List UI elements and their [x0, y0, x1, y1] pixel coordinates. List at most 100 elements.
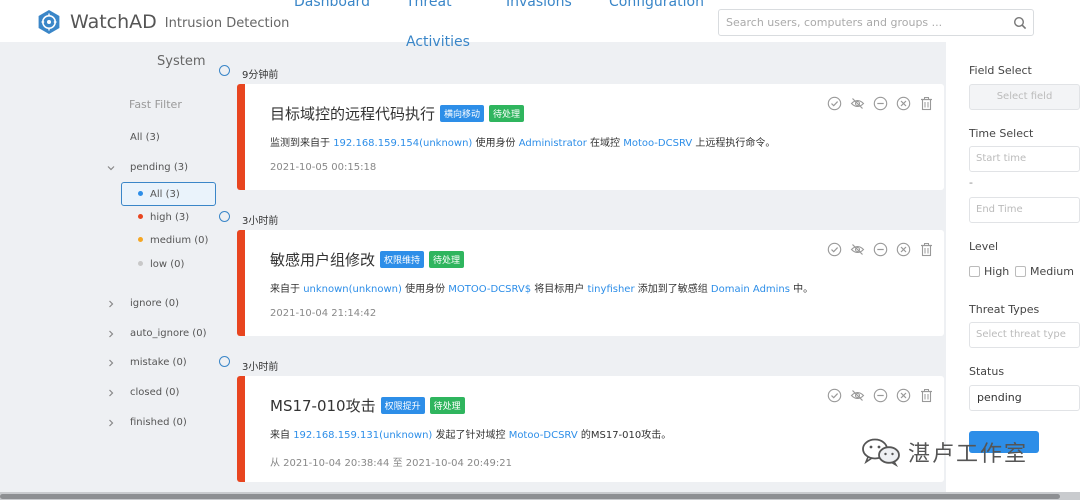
alert-title[interactable]: MS17-010攻击	[270, 397, 376, 415]
nav-configuration[interactable]: Configuration	[609, 0, 704, 10]
desc-text: 监测到来自于	[270, 138, 334, 149]
alert-card[interactable]: 目标域控的远程代码执行 横向移动 待处理 监测到来自于 192.168.159.15…	[237, 84, 944, 190]
status-select[interactable]: pending	[969, 385, 1080, 411]
alert-title-row: 敏感用户组修改 权限维持 待处理	[270, 249, 465, 270]
card-actions	[827, 96, 934, 111]
time-select-label: Time Select	[969, 127, 1034, 140]
timeline-marker	[219, 211, 230, 222]
source-host-link[interactable]: (unknown)	[379, 430, 432, 441]
left-sidebar: System Fast Filter All (3) pending (3) A…	[0, 42, 228, 492]
filter-closed[interactable]: closed (0)	[130, 387, 179, 398]
threat-type-select[interactable]: Select threat type	[969, 322, 1080, 348]
user-link[interactable]: Administrator	[519, 138, 587, 149]
filter-mistake[interactable]: mistake (0)	[130, 357, 187, 368]
filter-pending-medium[interactable]: medium (0)	[138, 235, 208, 246]
check-circle-icon[interactable]	[827, 96, 842, 111]
chevron-right-icon[interactable]	[106, 329, 116, 339]
alert-card[interactable]: 敏感用户组修改 权限维持 待处理 来自于 unknown(unknown) 使用身份…	[237, 230, 944, 336]
trash-icon[interactable]	[919, 96, 934, 111]
fast-filter-label: Fast Filter	[129, 98, 182, 111]
status-label: Status	[969, 365, 1005, 378]
source-ip-link[interactable]: 192.168.159.131	[293, 430, 379, 441]
filter-pending-low[interactable]: low (0)	[138, 259, 184, 270]
trash-icon[interactable]	[919, 242, 934, 257]
start-time-input[interactable]: Start time	[969, 146, 1080, 172]
nav-invasions[interactable]: Invasions	[506, 0, 572, 10]
desc-text: 发起了针对域控	[432, 430, 509, 441]
nav-dashboard[interactable]: Dashboard	[294, 0, 370, 10]
desc-text: 中。	[789, 284, 814, 295]
logo[interactable]: WatchAD Intrusion Detection	[36, 9, 289, 35]
field-select[interactable]: Select field	[969, 84, 1080, 110]
desc-text: 使用身份	[401, 284, 449, 295]
status-tag: 待处理	[489, 105, 525, 122]
chevron-right-icon[interactable]	[106, 358, 116, 368]
timeline-marker	[219, 65, 230, 76]
horizontal-scrollbar-thumb[interactable]	[0, 494, 1060, 499]
dc-link[interactable]: Motoo-DCSRV	[509, 430, 578, 441]
source-ip-link[interactable]: 192.168.159.154	[333, 138, 419, 149]
search-box[interactable]	[718, 9, 1034, 36]
filter-pending-high-label: high (3)	[150, 212, 190, 223]
alert-title[interactable]: 敏感用户组修改	[270, 251, 375, 269]
target-user-link[interactable]: tinyfisher	[587, 284, 634, 295]
level-medium-checkbox[interactable]: Medium	[1015, 265, 1074, 278]
eye-off-icon[interactable]	[850, 242, 865, 257]
filter-finished[interactable]: finished (0)	[130, 417, 187, 428]
filter-pending-low-label: low (0)	[150, 259, 185, 270]
eye-off-icon[interactable]	[850, 388, 865, 403]
filter-ignore[interactable]: ignore (0)	[130, 298, 179, 309]
close-circle-icon[interactable]	[896, 388, 911, 403]
level-high-checkbox[interactable]: High	[969, 265, 1009, 278]
check-circle-icon[interactable]	[827, 388, 842, 403]
desc-text: 上远程执行命令。	[692, 138, 776, 149]
card-actions	[827, 242, 934, 257]
minus-circle-icon[interactable]	[873, 96, 888, 111]
filter-all[interactable]: All (3)	[130, 132, 160, 143]
dot-high-icon	[138, 213, 143, 219]
chevron-right-icon[interactable]	[106, 388, 116, 398]
source-ip-link[interactable]: unknown	[303, 284, 348, 295]
search-input[interactable]	[719, 10, 1004, 35]
minus-circle-icon[interactable]	[873, 242, 888, 257]
source-host-link[interactable]: (unknown)	[349, 284, 402, 295]
filter-auto-ignore[interactable]: auto_ignore (0)	[130, 328, 206, 339]
alert-date: 2021-10-05 00:15:18	[270, 162, 377, 173]
wechat-icon	[862, 438, 900, 467]
filter-pending-all[interactable]: All (3)	[138, 189, 180, 200]
filter-pending[interactable]: pending (3)	[130, 162, 188, 173]
chevron-right-icon[interactable]	[106, 418, 116, 428]
tactic-tag: 横向移动	[440, 105, 485, 122]
timeline-time: 9分钟前	[242, 70, 279, 81]
alert-description: 来自于 unknown(unknown) 使用身份 MOTOO-DCSRV$ 将…	[270, 280, 813, 295]
chevron-right-icon[interactable]	[106, 299, 116, 309]
nav-activities[interactable]: Activities	[406, 34, 470, 50]
search-icon[interactable]	[1013, 16, 1027, 30]
end-time-input[interactable]: End Time	[969, 197, 1080, 223]
filter-panel: Field Select Select field Time Select St…	[946, 42, 1080, 492]
time-range-dash: -	[969, 176, 973, 189]
alert-title-row: MS17-010攻击 权限提升 待处理	[270, 395, 465, 416]
minus-circle-icon[interactable]	[873, 388, 888, 403]
alert-title[interactable]: 目标域控的远程代码执行	[270, 105, 435, 123]
checkbox-box[interactable]	[969, 266, 980, 277]
alert-card[interactable]: MS17-010攻击 权限提升 待处理 来自 192.168.159.131(unk…	[237, 376, 944, 482]
close-circle-icon[interactable]	[896, 96, 911, 111]
level-high-label: High	[984, 265, 1010, 278]
tactic-tag: 权限提升	[380, 397, 425, 414]
trash-icon[interactable]	[919, 388, 934, 403]
check-circle-icon[interactable]	[827, 242, 842, 257]
eye-off-icon[interactable]	[850, 96, 865, 111]
brand-subtitle: Intrusion Detection	[164, 15, 290, 31]
source-host-link[interactable]: (unknown)	[419, 138, 472, 149]
tactic-tag: 权限维持	[380, 251, 425, 268]
user-link[interactable]: MOTOO-DCSRV$	[448, 284, 531, 295]
checkbox-box[interactable]	[1015, 266, 1026, 277]
nav-threat[interactable]: Threat	[406, 0, 452, 10]
filter-pending-high[interactable]: high (3)	[138, 212, 189, 223]
chevron-down-icon[interactable]	[106, 163, 116, 173]
dc-link[interactable]: Motoo-DCSRV	[623, 138, 692, 149]
close-circle-icon[interactable]	[896, 242, 911, 257]
desc-text: 在域控	[586, 138, 624, 149]
group-link[interactable]: Domain Admins	[711, 284, 790, 295]
